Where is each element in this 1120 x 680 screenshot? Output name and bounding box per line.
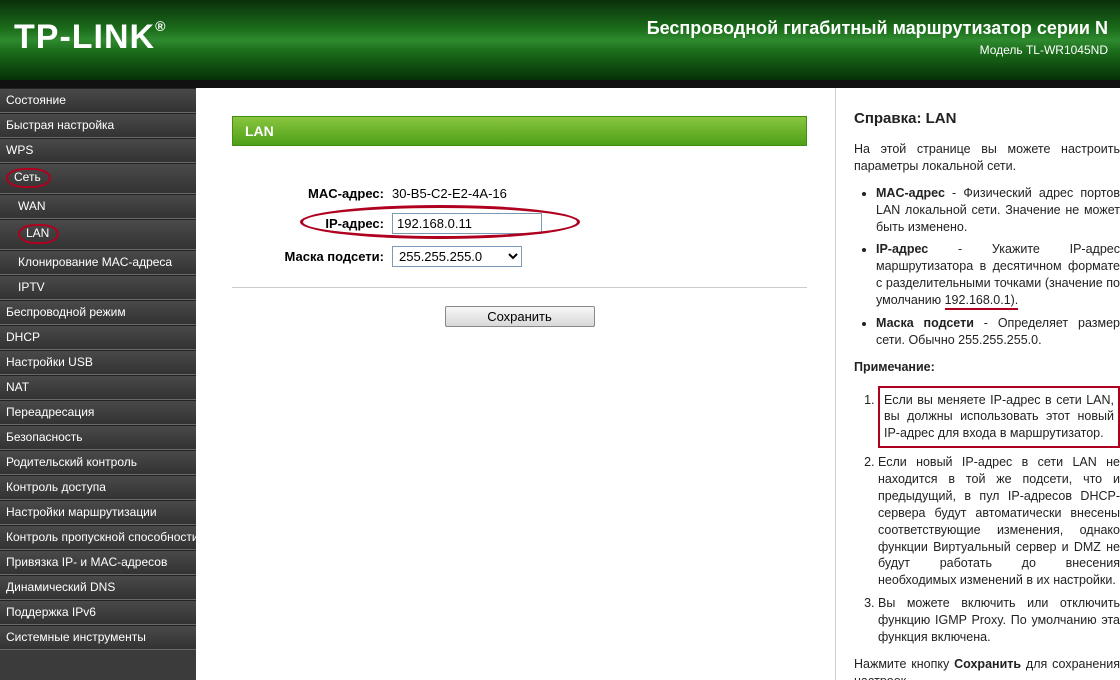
help-mac: MAC-адрес - Физический адрес портов LAN … xyxy=(876,185,1120,236)
help-ip: IP-адрес - Укажите IP-адрес маршрутизато… xyxy=(876,241,1120,309)
nav-item-8[interactable]: Беспроводной режим xyxy=(0,300,196,325)
nav-item-13[interactable]: Безопасность xyxy=(0,425,196,450)
help-mask: Маска подсети - Определяет размер сети. … xyxy=(876,315,1120,349)
brand-text: TP-LINK xyxy=(14,18,155,56)
save-button[interactable]: Сохранить xyxy=(445,306,595,327)
mac-value: 30-B5-C2-E2-4A-16 xyxy=(392,186,507,201)
nav-item-7[interactable]: IPTV xyxy=(0,275,196,300)
nav-item-21[interactable]: Системные инструменты xyxy=(0,625,196,650)
router-model: Модель TL-WR1045ND xyxy=(647,43,1108,57)
nav-item-16[interactable]: Настройки маршрутизации xyxy=(0,500,196,525)
ip-label: IP-адрес: xyxy=(232,216,392,231)
nav-item-2[interactable]: WPS xyxy=(0,138,196,163)
nav-item-15[interactable]: Контроль доступа xyxy=(0,475,196,500)
nav-item-6[interactable]: Клонирование MAC-адреса xyxy=(0,250,196,275)
nav-item-12[interactable]: Переадресация xyxy=(0,400,196,425)
help-note-2: Если новый IP-адрес в сети LAN не находи… xyxy=(878,454,1120,589)
nav-item-5[interactable]: LAN xyxy=(0,219,196,250)
nav-item-0[interactable]: Состояние xyxy=(0,88,196,113)
help-panel: Справка: LAN На этой странице вы можете … xyxy=(836,88,1120,680)
header-right: Беспроводной гигабитный маршрутизатор се… xyxy=(647,18,1108,57)
lan-form: MAC-адрес: 30-B5-C2-E2-4A-16 IP-адрес: М… xyxy=(232,186,807,267)
nav-item-9[interactable]: DHCP xyxy=(0,325,196,350)
nav-item-11[interactable]: NAT xyxy=(0,375,196,400)
header: TP-LINK® Беспроводной гигабитный маршрут… xyxy=(0,0,1120,80)
mask-select[interactable]: 255.255.255.0 xyxy=(392,246,522,267)
nav-item-20[interactable]: Поддержка IPv6 xyxy=(0,600,196,625)
nav-item-18[interactable]: Привязка IP- и MAC-адресов xyxy=(0,550,196,575)
mac-label: MAC-адрес: xyxy=(232,186,392,201)
help-intro: На этой странице вы можете настроить пар… xyxy=(854,141,1120,175)
registered-icon: ® xyxy=(155,18,166,34)
form-divider xyxy=(232,287,807,288)
header-divider xyxy=(0,80,1120,88)
nav-item-10[interactable]: Настройки USB xyxy=(0,350,196,375)
help-save: Нажмите кнопку Сохранить для сохранения … xyxy=(854,656,1120,680)
ip-input[interactable] xyxy=(392,213,542,234)
help-note-3: Вы можете включить или отключить функцию… xyxy=(878,595,1120,646)
nav-item-14[interactable]: Родительский контроль xyxy=(0,450,196,475)
nav-item-4[interactable]: WAN xyxy=(0,194,196,219)
help-title: Справка: LAN xyxy=(854,110,1120,127)
page-title: LAN xyxy=(232,116,807,146)
nav-item-1[interactable]: Быстрая настройка xyxy=(0,113,196,138)
nav-item-19[interactable]: Динамический DNS xyxy=(0,575,196,600)
nav-item-3[interactable]: Сеть xyxy=(0,163,196,194)
router-title: Беспроводной гигабитный маршрутизатор се… xyxy=(647,18,1108,39)
main-panel: LAN MAC-адрес: 30-B5-C2-E2-4A-16 IP-адре… xyxy=(196,88,836,680)
mask-label: Маска подсети: xyxy=(232,249,392,264)
sidebar: СостояниеБыстрая настройкаWPSСетьWANLANК… xyxy=(0,88,196,680)
help-notes-label: Примечание: xyxy=(854,359,1120,376)
nav-item-17[interactable]: Контроль пропускной способности xyxy=(0,525,196,550)
help-note-1: Если вы меняете IP-адрес в сети LAN, вы … xyxy=(878,386,1120,449)
